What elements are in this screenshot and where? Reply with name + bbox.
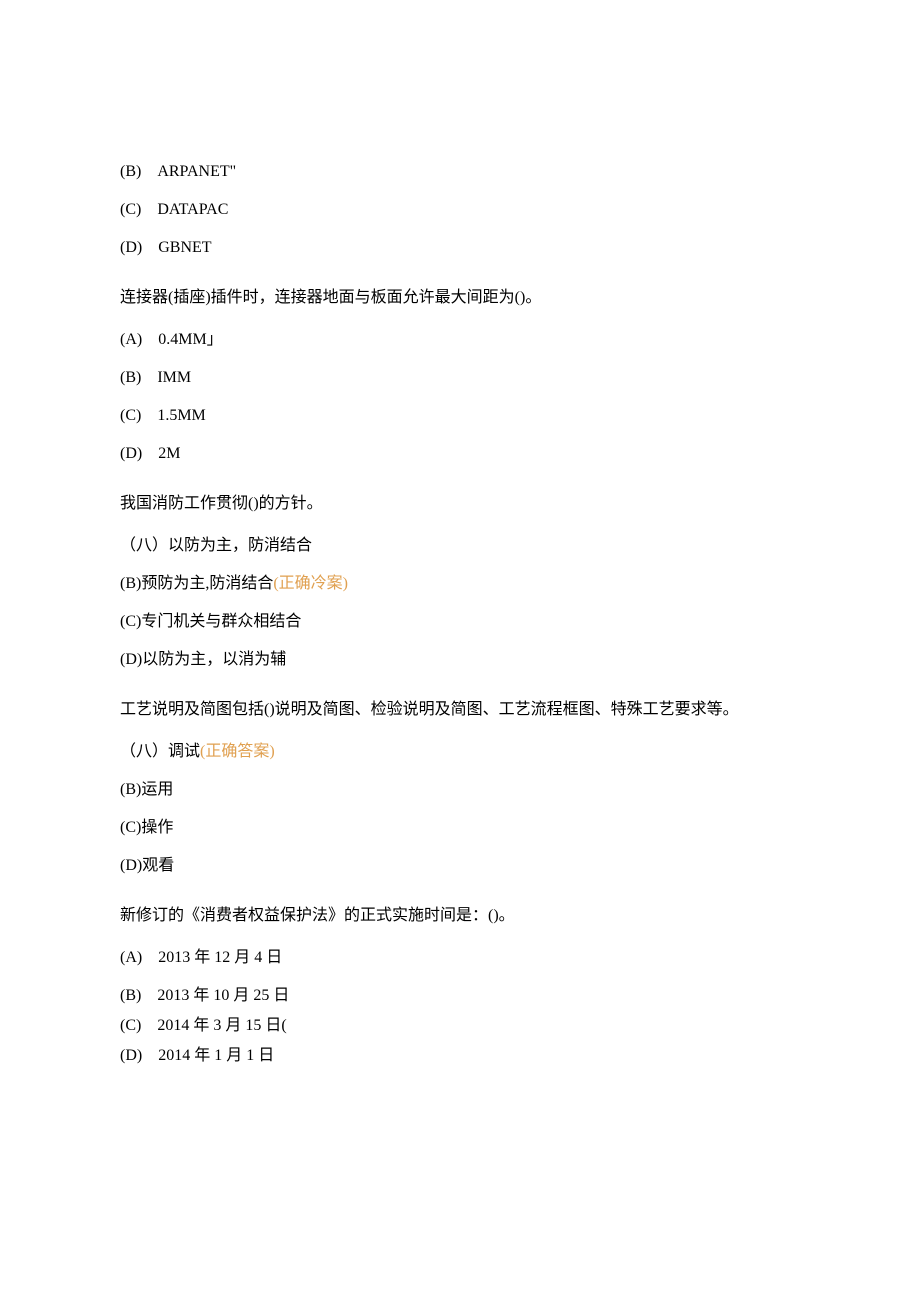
q5-option-a: (A) 2013 年 12 月 4 日 (120, 946, 800, 970)
q4-option-a-text: （八）调试 (120, 743, 200, 760)
q3-option-b: (B)预防为主,防消结合(正确冷案) (120, 572, 800, 596)
question-2: 连接器(插座)插件时，连接器地面与板面允许最大间距为()。 (A) 0.4MM」… (120, 286, 800, 466)
q1-option-b: (B) ARPANET" (120, 160, 800, 184)
q4-option-c: (C)操作 (120, 816, 800, 840)
q3-stem: 我国消防工作贯彻()的方针。 (120, 492, 800, 516)
q4-option-b: (B)运用 (120, 778, 800, 802)
question-5: 新修订的《消费者权益保护法》的正式实施时间是：()。 (A) 2013 年 12… (120, 904, 800, 1068)
q2-option-c: (C) 1.5MM (120, 404, 800, 428)
q3-correct-answer-label: (正确冷案) (273, 575, 348, 592)
q5-option-d: (D) 2014 年 1 月 1 日 (120, 1044, 800, 1068)
question-4: 工艺说明及简图包括()说明及简图、检验说明及简图、工艺流程框图、特殊工艺要求等。… (120, 698, 800, 878)
q2-option-b: (B) IMM (120, 366, 800, 390)
q2-option-d: (D) 2M (120, 442, 800, 466)
q2-stem: 连接器(插座)插件时，连接器地面与板面允许最大间距为()。 (120, 286, 800, 310)
question-3: 我国消防工作贯彻()的方针。 （八）以防为主，防消结合 (B)预防为主,防消结合… (120, 492, 800, 672)
q3-option-d: (D)以防为主，以消为辅 (120, 648, 800, 672)
q3-option-c: (C)专门机关与群众相结合 (120, 610, 800, 634)
q4-stem: 工艺说明及简图包括()说明及简图、检验说明及简图、工艺流程框图、特殊工艺要求等。 (120, 698, 800, 722)
q3-option-a: （八）以防为主，防消结合 (120, 534, 800, 558)
q4-correct-answer-label: (正确答案) (200, 743, 275, 760)
q5-option-c: (C) 2014 年 3 月 15 日( (120, 1014, 800, 1038)
page: (B) ARPANET" (C) DATAPAC (D) GBNET 连接器(插… (0, 0, 920, 1301)
q5-tight-group: (B) 2013 年 10 月 25 日 (C) 2014 年 3 月 15 日… (120, 984, 800, 1038)
q3-option-b-text: (B)预防为主,防消结合 (120, 575, 273, 592)
q1-option-c: (C) DATAPAC (120, 198, 800, 222)
q4-option-d: (D)观看 (120, 854, 800, 878)
q2-option-a: (A) 0.4MM」 (120, 328, 800, 352)
q5-option-b: (B) 2013 年 10 月 25 日 (120, 984, 800, 1008)
q4-option-a: （八）调试(正确答案) (120, 740, 800, 764)
question-1-tail: (B) ARPANET" (C) DATAPAC (D) GBNET (120, 160, 800, 260)
q5-stem: 新修订的《消费者权益保护法》的正式实施时间是：()。 (120, 904, 800, 928)
q1-option-d: (D) GBNET (120, 236, 800, 260)
